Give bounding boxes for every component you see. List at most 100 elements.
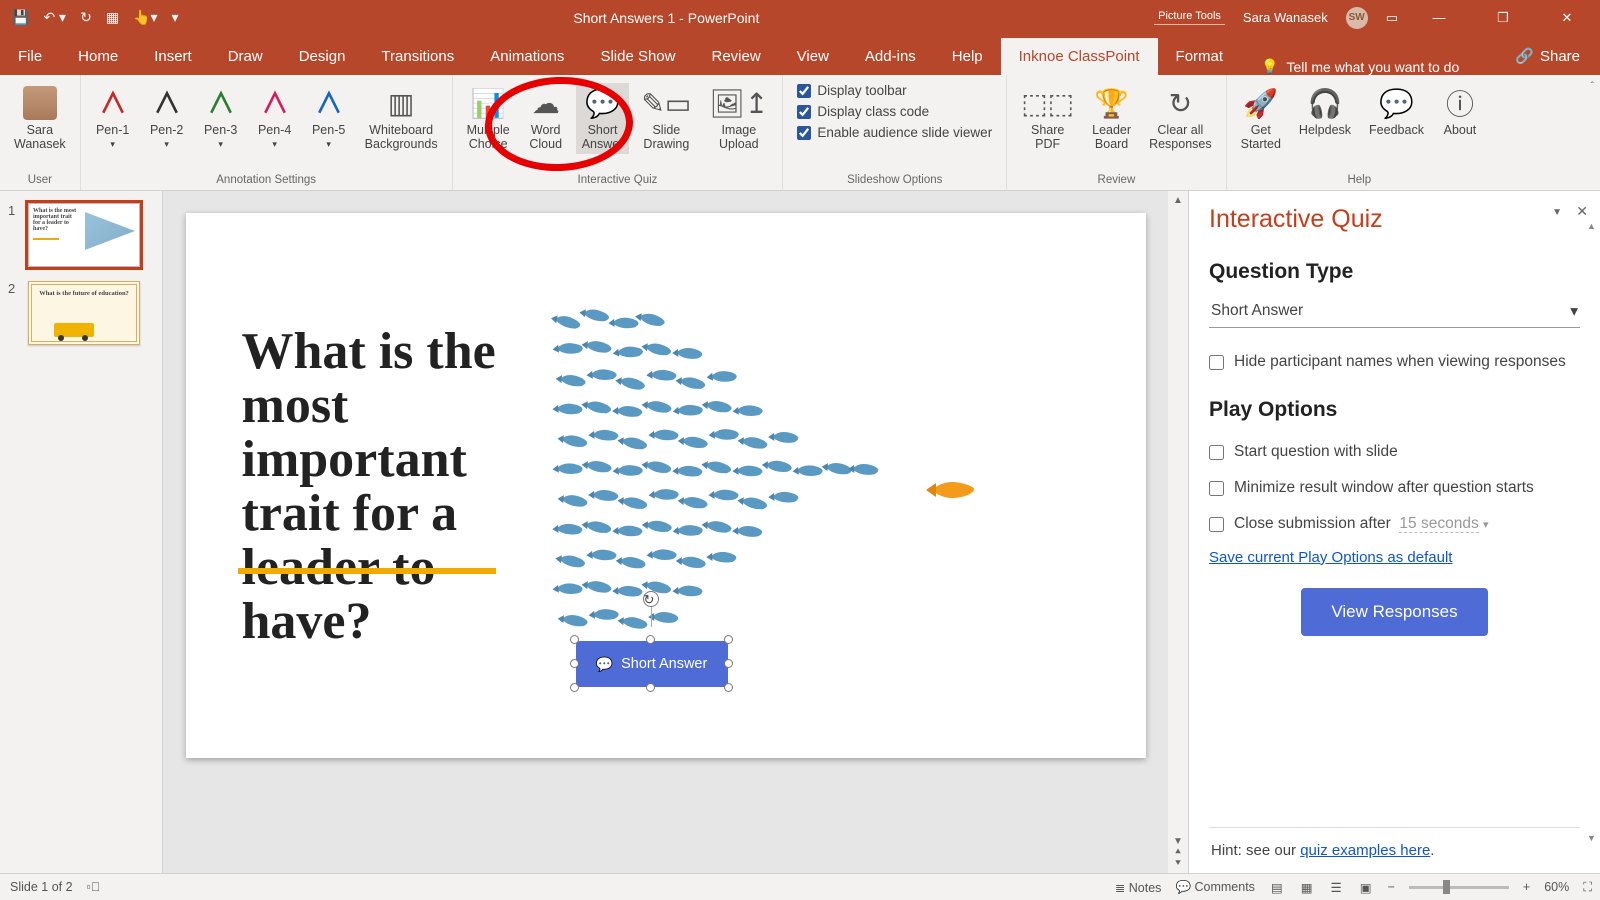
tab-transitions[interactable]: Transitions [363,38,472,75]
orange-fish-image[interactable] [926,475,986,505]
resize-handle[interactable] [570,635,579,644]
maximize-icon[interactable]: ❐ [1480,0,1526,35]
tab-home[interactable]: Home [60,38,136,75]
feedback-button[interactable]: 💬Feedback [1363,83,1430,139]
pen-4-button[interactable]: Pen-4▾ [251,83,299,152]
rotation-handle[interactable]: ↻ [643,591,659,607]
status-bar: Slide 1 of 2 ▫⃞ ≣ Notes 💬 Comments ▤ ▦ ☰… [0,873,1600,900]
word-cloud-button[interactable]: ☁Word Cloud [522,83,570,154]
scroll-down-icon[interactable]: ▼ [1173,836,1183,847]
tell-me-search[interactable]: 💡 Tell me what you want to do [1241,58,1495,75]
slideshow-view-icon[interactable]: ▣ [1358,878,1374,897]
thumbnail-1[interactable]: 1 What is the most important trait for a… [8,203,154,267]
close-submission-checkbox[interactable]: Close submission after 15 seconds ▾ [1209,514,1580,534]
undo-icon[interactable]: ↶ ▾ [43,9,66,26]
slide-canvas[interactable]: What is the most important trait for a l… [186,213,1146,758]
qat-overflow-icon[interactable]: ▾ [172,9,179,26]
display-toolbar-checkbox[interactable]: Display toolbar [797,83,906,98]
save-icon[interactable]: 💾 [12,9,29,26]
resize-handle[interactable] [570,683,579,692]
fit-to-window-icon[interactable]: ⛶ [1583,880,1592,895]
user-button[interactable]: Sara Wanasek [8,83,72,154]
user-name[interactable]: Sara Wanasek [1243,10,1328,25]
pen-3-button[interactable]: Pen-3▾ [197,83,245,152]
tab-addins[interactable]: Add-ins [847,38,934,75]
question-type-dropdown[interactable]: Short Answer ▾ [1209,298,1580,328]
comments-button[interactable]: 💬 Comments [1175,880,1254,895]
enable-audience-checkbox[interactable]: Enable audience slide viewer [797,125,992,140]
minimize-icon[interactable]: — [1416,0,1462,35]
trophy-icon: 🏆 [1094,85,1129,121]
tab-file[interactable]: File [0,38,60,75]
resize-handle[interactable] [724,659,733,668]
tab-design[interactable]: Design [281,38,364,75]
prev-slide-icon[interactable]: ⯅ [1174,847,1182,858]
tab-classpoint[interactable]: Inknoe ClassPoint [1001,38,1158,75]
pen-1-button[interactable]: Pen-1▾ [89,83,137,152]
whiteboard-button[interactable]: ▥Whiteboard Backgrounds [359,83,444,154]
tab-insert[interactable]: Insert [136,38,210,75]
sorter-view-icon[interactable]: ▦ [1299,878,1315,897]
present-icon[interactable]: ▦ [106,9,119,26]
resize-handle[interactable] [646,683,655,692]
hide-names-checkbox[interactable]: Hide participant names when viewing resp… [1209,352,1580,372]
seconds-value[interactable]: 15 seconds [1399,515,1478,533]
tab-format[interactable]: Format [1158,38,1242,75]
resize-handle[interactable] [724,635,733,644]
share-pdf-button[interactable]: ⬚⬚Share PDF [1015,83,1080,154]
share-button[interactable]: 🔗 Share [1495,47,1600,75]
minimize-result-checkbox[interactable]: Minimize result window after question st… [1209,478,1580,498]
collapse-ribbon-icon[interactable]: ˆ [1591,81,1594,92]
zoom-out-icon[interactable]: − [1388,880,1395,894]
tab-slideshow[interactable]: Slide Show [582,38,693,75]
short-answer-button[interactable]: 💬Short Answer [576,83,630,154]
close-icon[interactable]: ✕ [1544,0,1590,35]
display-classcode-checkbox[interactable]: Display class code [797,104,929,119]
slide-drawing-button[interactable]: ✎▭Slide Drawing [635,83,697,154]
pane-options-icon[interactable]: ▼ [1552,207,1562,218]
next-slide-icon[interactable]: ⯆ [1174,858,1182,869]
thumbnail-2[interactable]: 2 What is the future of education? [8,281,154,345]
quiz-examples-link[interactable]: quiz examples here [1300,842,1430,859]
resize-handle[interactable] [570,659,579,668]
pane-close-icon[interactable]: ✕ [1576,203,1588,220]
touch-icon[interactable]: 👆▾ [133,9,157,26]
about-button[interactable]: ⓘAbout [1436,83,1484,139]
start-with-slide-checkbox[interactable]: Start question with slide [1209,442,1580,462]
zoom-value[interactable]: 60% [1544,880,1569,894]
resize-handle[interactable] [646,635,655,644]
tab-draw[interactable]: Draw [210,38,281,75]
pen-2-button[interactable]: Pen-2▾ [143,83,191,152]
view-responses-button[interactable]: View Responses [1301,588,1487,636]
tab-help[interactable]: Help [934,38,1001,75]
accessibility-icon[interactable]: ▫⃞ [87,880,101,894]
slide-counter[interactable]: Slide 1 of 2 [10,880,73,894]
pen-5-button[interactable]: Pen-5▾ [305,83,353,152]
slide-heading[interactable]: What is the most important trait for a l… [242,325,552,649]
leader-board-button[interactable]: 🏆Leader Board [1086,83,1137,154]
save-default-link[interactable]: Save current Play Options as default [1209,549,1580,566]
tab-view[interactable]: View [779,38,847,75]
pane-scrollbar[interactable]: ▲▼ [1587,231,1597,833]
resize-handle[interactable] [724,683,733,692]
image-upload-button[interactable]: 🖼↥Image Upload [703,83,774,154]
tab-animations[interactable]: Animations [472,38,582,75]
clear-all-button[interactable]: ↻Clear all Responses [1143,83,1218,154]
zoom-in-icon[interactable]: + [1523,880,1530,894]
fish-school-image[interactable] [546,303,906,643]
normal-view-icon[interactable]: ▤ [1269,878,1285,897]
get-started-button[interactable]: 🚀Get Started [1235,83,1287,154]
short-answer-badge[interactable]: Short Answer [576,641,728,687]
multiple-choice-button[interactable]: 📊Multiple Choice [461,83,516,154]
reading-view-icon[interactable]: ☰ [1329,878,1344,897]
ribbon-display-icon[interactable]: ▭ [1386,10,1398,26]
slide-canvas-area[interactable]: What is the most important trait for a l… [163,191,1168,873]
zoom-slider[interactable] [1409,886,1509,889]
tab-review[interactable]: Review [693,38,778,75]
canvas-scrollbar[interactable]: ▲ ▼ ⯅ ⯆ [1168,191,1188,873]
redo-icon[interactable]: ↻ [80,9,92,26]
user-avatar[interactable]: SW [1346,7,1368,29]
notes-button[interactable]: ≣ Notes [1115,880,1162,895]
scroll-up-icon[interactable]: ▲ [1173,195,1183,206]
helpdesk-button[interactable]: 🎧Helpdesk [1293,83,1357,139]
